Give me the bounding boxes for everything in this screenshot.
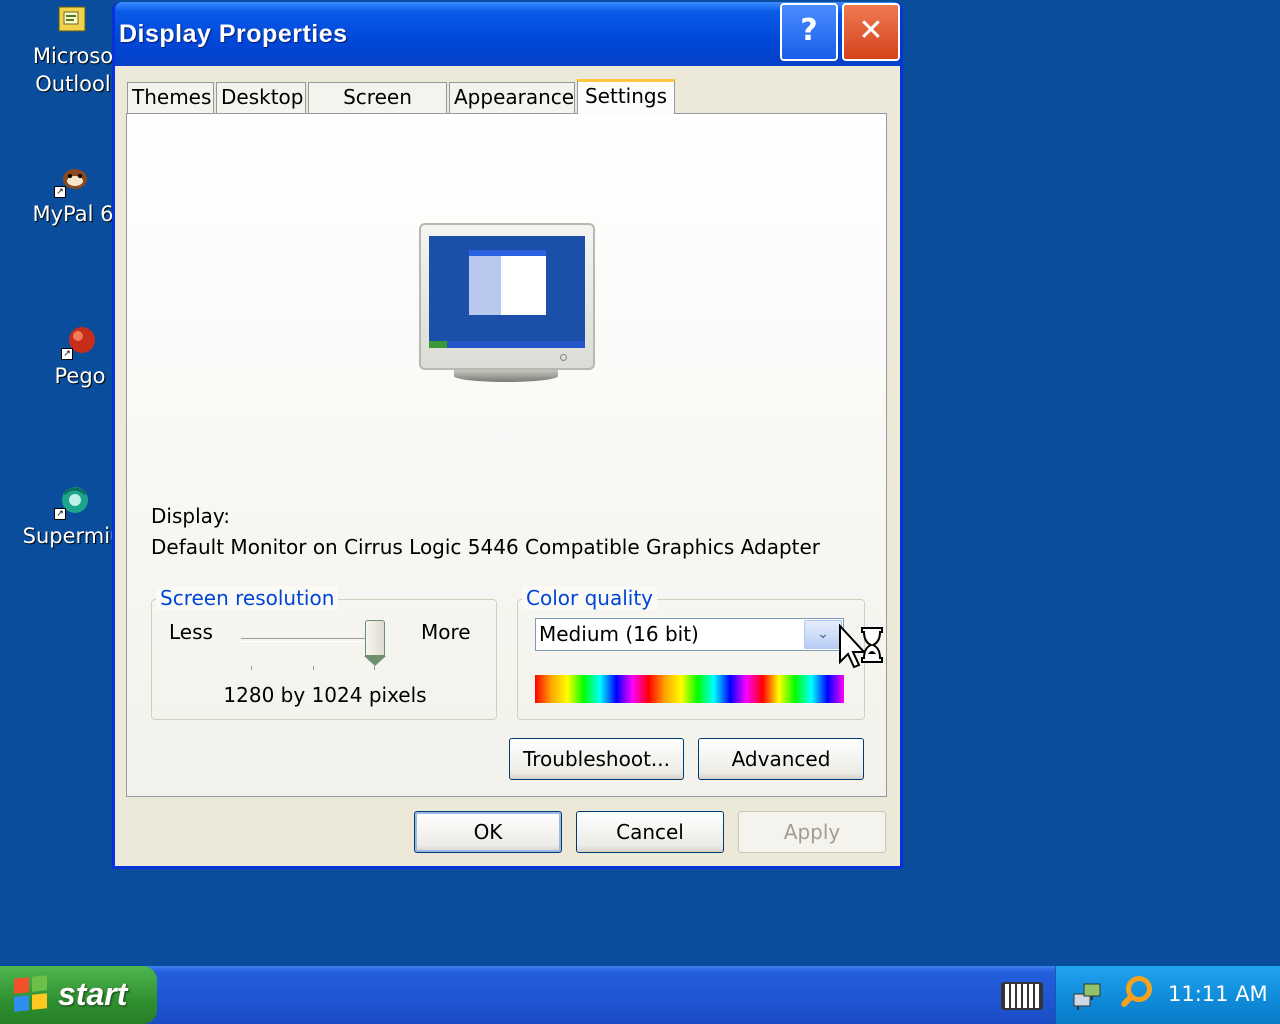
- slider-tick: [251, 666, 252, 670]
- mypal-icon: ↗: [54, 162, 90, 198]
- slider-thumb-point: [364, 656, 386, 666]
- advanced-button[interactable]: Advanced: [698, 738, 864, 780]
- display-properties-window: Display Properties ? ✕ Themes Desktop Sc…: [112, 2, 903, 869]
- system-tray: 11:11 AM: [1055, 966, 1280, 1024]
- screen-resolution-group: Screen resolution Less More 1280 by 1024…: [151, 586, 497, 720]
- monitor-stand: [454, 370, 558, 382]
- ok-button[interactable]: OK: [414, 811, 562, 853]
- less-label: Less: [169, 620, 213, 644]
- search-icon[interactable]: [1118, 976, 1156, 1014]
- shortcut-arrow-icon: ↗: [54, 186, 66, 198]
- outlook-icon: [56, 4, 90, 38]
- close-button[interactable]: ✕: [842, 3, 900, 61]
- window-title: Display Properties: [119, 20, 348, 48]
- supermium-icon: ↗: [54, 484, 90, 520]
- power-led-icon: [560, 354, 567, 361]
- color-quality-legend: Color quality: [522, 586, 657, 610]
- preview-sidebar: [469, 256, 501, 315]
- tab-screen-saver[interactable]: Screen Saver: [308, 82, 447, 138]
- shortcut-arrow-icon: ↗: [61, 348, 73, 360]
- tab-appearance[interactable]: Appearance: [449, 82, 575, 113]
- help-button[interactable]: ?: [780, 3, 838, 61]
- chevron-down-icon[interactable]: ⌄: [804, 620, 842, 649]
- start-label: start: [58, 976, 128, 1012]
- pego-icon: ↗: [61, 324, 97, 360]
- color-spectrum-bar: [535, 675, 844, 703]
- color-quality-select[interactable]: Medium (16 bit) ⌄: [535, 618, 844, 651]
- resolution-value: 1280 by 1024 pixels: [223, 683, 427, 707]
- more-label: More: [421, 620, 471, 644]
- resolution-slider-thumb[interactable]: [365, 620, 385, 656]
- display-label: Display:: [151, 504, 231, 528]
- shortcut-arrow-icon: ↗: [54, 508, 66, 520]
- monitor-preview: [419, 223, 595, 370]
- apply-button[interactable]: Apply: [738, 811, 886, 853]
- troubleshoot-button[interactable]: Troubleshoot...: [509, 738, 684, 780]
- settings-panel: Display: Default Monitor on Cirrus Logic…: [126, 113, 887, 797]
- network-icon[interactable]: [1070, 978, 1104, 1012]
- preview-start-icon: [429, 341, 447, 348]
- clock[interactable]: 11:11 AM: [1168, 982, 1268, 1006]
- window-client-area: Themes Desktop Screen Saver Appearance S…: [115, 66, 900, 866]
- title-bar[interactable]: Display Properties ? ✕: [115, 2, 900, 66]
- monitor-screen: [429, 236, 585, 348]
- tab-themes[interactable]: Themes: [127, 82, 214, 113]
- display-adapter-name: Default Monitor on Cirrus Logic 5446 Com…: [151, 535, 821, 559]
- tab-settings[interactable]: Settings: [577, 79, 675, 114]
- tab-desktop[interactable]: Desktop: [216, 82, 306, 113]
- preview-taskbar: [429, 341, 585, 348]
- screen-resolution-legend: Screen resolution: [156, 586, 339, 610]
- resolution-slider-track[interactable]: [241, 638, 379, 642]
- windows-logo-icon: [14, 975, 48, 1012]
- busy-cursor-icon: [838, 623, 886, 670]
- slider-tick: [313, 666, 314, 670]
- keyboard-icon[interactable]: [1001, 982, 1043, 1010]
- cancel-button[interactable]: Cancel: [576, 811, 724, 853]
- color-quality-value: Medium (16 bit): [539, 622, 699, 646]
- color-quality-group: Color quality Medium (16 bit) ⌄: [517, 586, 865, 720]
- taskbar: start 11:11 AM: [0, 966, 1280, 1024]
- slider-tick: [374, 666, 375, 670]
- start-button[interactable]: start: [0, 966, 157, 1024]
